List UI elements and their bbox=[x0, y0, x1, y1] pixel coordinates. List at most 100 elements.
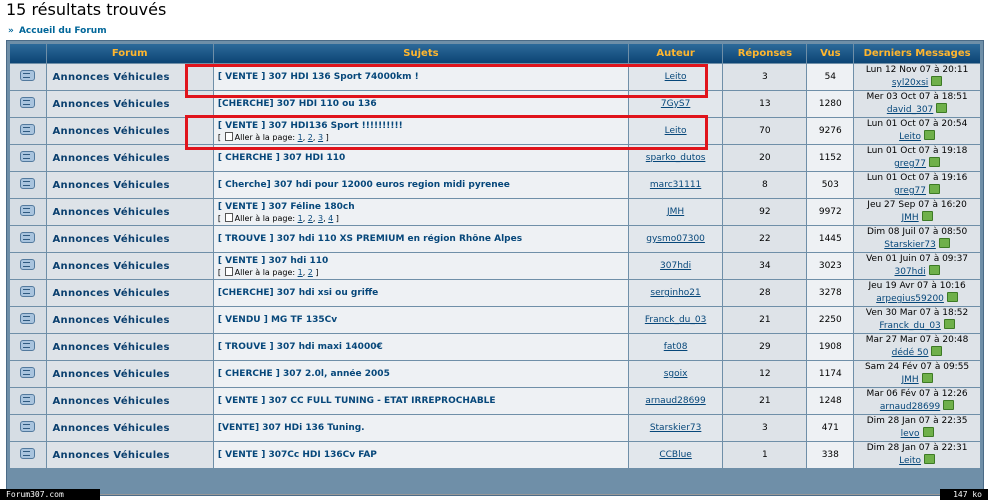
breadcrumb-home-link[interactable]: Accueil du Forum bbox=[19, 26, 107, 36]
topic-title-link[interactable]: [VENTE] 307 HDi 136 Tuning. bbox=[218, 423, 624, 433]
topic-title-link[interactable]: [ VENTE ] 307 HDI 136 Sport 74000km ! bbox=[218, 72, 624, 82]
forum-name[interactable]: Annonces Véhicules bbox=[46, 442, 213, 468]
go-to-last-post-icon[interactable] bbox=[946, 292, 958, 302]
topic-title-link[interactable]: [CHERCHE] 307 hdi xsi ou griffe bbox=[218, 288, 624, 298]
author-link[interactable]: Starskier73 bbox=[650, 423, 702, 433]
last-post-user-link[interactable]: arpegius59200 bbox=[876, 294, 944, 304]
author-link[interactable]: Leito bbox=[665, 72, 687, 82]
author-link[interactable]: sparko_dutos bbox=[646, 153, 706, 163]
table-row: Annonces Véhicules [ VENTE ] 307 HDI 136 … bbox=[10, 64, 980, 90]
views-count: 3278 bbox=[807, 280, 854, 306]
page-link[interactable]: 2 bbox=[308, 268, 313, 277]
topic-title-link[interactable]: [ CHERCHE ] 307 2.0l, année 2005 bbox=[218, 369, 624, 379]
last-post-user-link[interactable]: david_307 bbox=[887, 105, 933, 115]
views-count: 1445 bbox=[807, 226, 854, 252]
topic-title-link[interactable]: [ TROUVE ] 307 hdi 110 XS PREMIUM en rég… bbox=[218, 234, 624, 244]
last-post-cell: Lun 01 Oct 07 à 19:16 greg77 bbox=[854, 172, 980, 198]
topic-title-link[interactable]: [ VENTE ] 307 HDI136 Sport !!!!!!!!!! bbox=[218, 121, 624, 131]
go-to-last-post-icon[interactable] bbox=[943, 400, 955, 410]
forum-name[interactable]: Annonces Véhicules bbox=[46, 334, 213, 360]
author-link[interactable]: Franck_du_03 bbox=[645, 315, 706, 325]
go-to-last-post-icon[interactable] bbox=[924, 130, 936, 140]
go-to-last-post-icon[interactable] bbox=[921, 373, 933, 383]
go-to-last-post-icon[interactable] bbox=[929, 184, 941, 194]
topic-title-link[interactable]: [CHERCHE] 307 HDI 110 ou 136 bbox=[218, 99, 624, 109]
go-to-last-post-icon[interactable] bbox=[922, 427, 934, 437]
topic-title-link[interactable]: [ VENTE ] 307Cc HDI 136Cv FAP bbox=[218, 450, 624, 460]
last-post-user-link[interactable]: Leito bbox=[899, 132, 921, 142]
go-to-last-post-icon[interactable] bbox=[931, 76, 943, 86]
author-link[interactable]: CCBlue bbox=[659, 450, 691, 460]
forum-name[interactable]: Annonces Véhicules bbox=[46, 145, 213, 171]
page-link[interactable]: 2 bbox=[308, 133, 313, 142]
last-post-cell: Jeu 27 Sep 07 à 16:20 JMH bbox=[854, 199, 980, 225]
author-link[interactable]: JMH bbox=[667, 207, 684, 217]
last-post-user-link[interactable]: 307hdi bbox=[895, 267, 926, 277]
page-link[interactable]: 1 bbox=[298, 133, 303, 142]
last-post-user-link[interactable]: syl20xsi bbox=[892, 78, 928, 88]
last-post-user-link[interactable]: greg77 bbox=[894, 186, 926, 196]
last-post-user-link[interactable]: Leito bbox=[899, 456, 921, 466]
last-post-cell: Lun 01 Oct 07 à 19:18 greg77 bbox=[854, 145, 980, 171]
go-to-last-post-icon[interactable] bbox=[921, 211, 933, 221]
forum-name[interactable]: Annonces Véhicules bbox=[46, 199, 213, 225]
topic-title-link[interactable]: [ VENTE ] 307 Féline 180ch bbox=[218, 202, 624, 212]
last-post-user-link[interactable]: Franck_du_03 bbox=[879, 321, 940, 331]
forum-name[interactable]: Annonces Véhicules bbox=[46, 226, 213, 252]
author-link[interactable]: marc31111 bbox=[650, 180, 701, 190]
last-post-user-link[interactable]: dédé 50 bbox=[892, 348, 929, 358]
views-count: 503 bbox=[807, 172, 854, 198]
page-link[interactable]: 3 bbox=[318, 214, 323, 223]
topic-title-link[interactable]: [ VENDU ] MG TF 135Cv bbox=[218, 315, 624, 325]
forum-name[interactable]: Annonces Véhicules bbox=[46, 280, 213, 306]
author-link[interactable]: arnaud28699 bbox=[645, 396, 705, 406]
forum-name[interactable]: Annonces Véhicules bbox=[46, 64, 213, 90]
page-link[interactable]: 2 bbox=[308, 214, 313, 223]
topic-title-link[interactable]: [ TROUVE ] 307 hdi maxi 14000€ bbox=[218, 342, 624, 352]
replies-count: 22 bbox=[723, 226, 807, 252]
forum-name[interactable]: Annonces Véhicules bbox=[46, 91, 213, 117]
author-link[interactable]: fat08 bbox=[664, 342, 688, 352]
views-count: 54 bbox=[807, 64, 854, 90]
forum-name[interactable]: Annonces Véhicules bbox=[46, 172, 213, 198]
topic-title-link[interactable]: [ Cherche] 307 hdi pour 12000 euros regi… bbox=[218, 180, 624, 190]
forum-name[interactable]: Annonces Véhicules bbox=[46, 415, 213, 441]
author-link[interactable]: 307hdi bbox=[660, 261, 691, 271]
last-post-user-link[interactable]: arnaud28699 bbox=[880, 402, 940, 412]
page-link[interactable]: 4 bbox=[328, 214, 333, 223]
last-post-cell: Ven 01 Juin 07 à 09:37 307hdi bbox=[854, 253, 980, 279]
header-reponses: Réponses bbox=[723, 44, 807, 63]
go-to-last-post-icon[interactable] bbox=[943, 319, 955, 329]
last-post-user-link[interactable]: Starskier73 bbox=[884, 240, 936, 250]
forum-name[interactable]: Annonces Véhicules bbox=[46, 253, 213, 279]
page-link[interactable]: 3 bbox=[318, 133, 323, 142]
table-row: Annonces Véhicules [ Cherche] 307 hdi pou… bbox=[10, 172, 980, 198]
author-link[interactable]: gysmo07300 bbox=[646, 234, 705, 244]
last-post-user-link[interactable]: JMH bbox=[901, 375, 918, 385]
table-row: Annonces Véhicules [ TROUVE ] 307 hdi max… bbox=[10, 334, 980, 360]
topic-title-link[interactable]: [ VENTE ] 307 CC FULL TUNING - ETAT IRRE… bbox=[218, 396, 624, 406]
last-post-user-link[interactable]: greg77 bbox=[894, 159, 926, 169]
views-count: 471 bbox=[807, 415, 854, 441]
go-to-last-post-icon[interactable] bbox=[928, 265, 940, 275]
last-post-user-link[interactable]: levo bbox=[901, 429, 920, 439]
forum-name[interactable]: Annonces Véhicules bbox=[46, 307, 213, 333]
topic-status-cell bbox=[10, 172, 46, 198]
forum-name[interactable]: Annonces Véhicules bbox=[46, 388, 213, 414]
go-to-last-post-icon[interactable] bbox=[924, 454, 936, 464]
page-link[interactable]: 1 bbox=[298, 214, 303, 223]
forum-name[interactable]: Annonces Véhicules bbox=[46, 361, 213, 387]
go-to-last-post-icon[interactable] bbox=[929, 157, 941, 167]
author-link[interactable]: sgoix bbox=[664, 369, 688, 379]
forum-name[interactable]: Annonces Véhicules bbox=[46, 118, 213, 144]
author-link[interactable]: 7GyS7 bbox=[661, 99, 690, 109]
last-post-user-link[interactable]: JMH bbox=[901, 213, 918, 223]
page-link[interactable]: 1 bbox=[298, 268, 303, 277]
go-to-last-post-icon[interactable] bbox=[931, 346, 943, 356]
go-to-last-post-icon[interactable] bbox=[938, 238, 950, 248]
author-link[interactable]: serginho21 bbox=[650, 288, 700, 298]
topic-title-link[interactable]: [ VENTE ] 307 hdi 110 bbox=[218, 256, 624, 266]
go-to-last-post-icon[interactable] bbox=[936, 103, 948, 113]
author-link[interactable]: Leito bbox=[665, 126, 687, 136]
topic-title-link[interactable]: [ CHERCHE ] 307 HDI 110 bbox=[218, 153, 624, 163]
